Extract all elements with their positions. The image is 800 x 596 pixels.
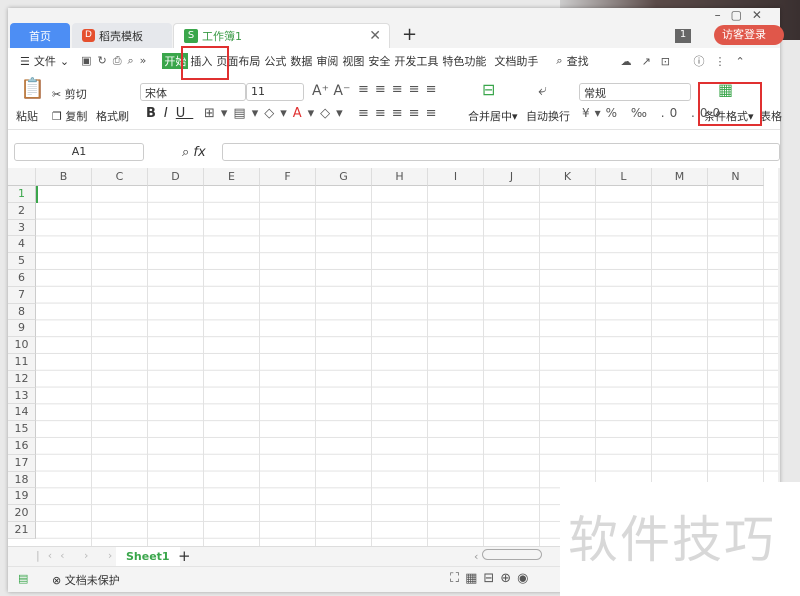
- table-style-button[interactable]: 表格: [760, 108, 782, 124]
- column-header[interactable]: K: [540, 168, 596, 186]
- menu-view[interactable]: 视图: [340, 53, 366, 69]
- hamburger-icon[interactable]: ☰: [18, 55, 32, 68]
- menu-review[interactable]: 审阅: [314, 53, 340, 69]
- select-all-corner[interactable]: [8, 168, 36, 186]
- copy-button[interactable]: ❐ 复制: [52, 108, 87, 124]
- row-header[interactable]: 13: [8, 387, 36, 405]
- macro-icon[interactable]: ▤: [18, 572, 28, 585]
- formula-bar: A1 ⌕ fx: [14, 142, 780, 164]
- row-header[interactable]: 21: [8, 522, 36, 539]
- horizontal-scrollbar[interactable]: ‹: [474, 549, 542, 563]
- sheet-tab[interactable]: Sheet1: [116, 547, 180, 566]
- name-box[interactable]: A1: [14, 143, 144, 161]
- ribbon: 📋 粘贴 ✂ 剪切 ❐ 复制 格式刷 宋体 11 A⁺ A⁻ BIU ⊞▾▤▾◇…: [8, 74, 782, 130]
- format-painter-button[interactable]: 格式刷: [96, 108, 129, 124]
- merge-center-button[interactable]: 合并居中▾: [468, 108, 518, 124]
- column-header[interactable]: H: [372, 168, 428, 186]
- zoom-fx-icons[interactable]: ⌕ fx: [182, 145, 206, 160]
- column-header[interactable]: J: [484, 168, 540, 186]
- column-header[interactable]: M: [652, 168, 708, 186]
- font-grow-shrink-icons[interactable]: A⁺ A⁻: [312, 83, 350, 99]
- row-header[interactable]: 8: [8, 303, 36, 321]
- row-header[interactable]: 2: [8, 202, 36, 220]
- column-header[interactable]: L: [596, 168, 652, 186]
- cut-button[interactable]: ✂ 剪切: [52, 86, 87, 102]
- row-header[interactable]: 6: [8, 270, 36, 287]
- paste-icon: 📋: [20, 76, 45, 100]
- row-header[interactable]: 1: [8, 186, 36, 203]
- tab-workbook[interactable]: S 工作簿1 ✕: [173, 23, 390, 48]
- row-header[interactable]: 14: [8, 404, 36, 422]
- column-header[interactable]: C: [92, 168, 148, 186]
- window-count-badge[interactable]: 1: [675, 29, 691, 43]
- number-format-select[interactable]: 常规: [579, 83, 691, 101]
- toolbar-right-icons[interactable]: ☁↗⊡ ⓘ⋮⌃: [619, 53, 757, 69]
- column-header[interactable]: N: [708, 168, 764, 186]
- merge-icon: ⊟: [482, 80, 496, 99]
- column-header[interactable]: E: [204, 168, 260, 186]
- menu-file[interactable]: 文件: [32, 53, 58, 69]
- menu-data[interactable]: 数据: [288, 53, 314, 69]
- column-header[interactable]: F: [260, 168, 316, 186]
- tab-home[interactable]: 首页: [10, 23, 70, 48]
- row-header[interactable]: 12: [8, 370, 36, 388]
- menu-security[interactable]: 安全: [366, 53, 392, 69]
- active-cell[interactable]: [36, 186, 92, 203]
- row-header[interactable]: 11: [8, 354, 36, 371]
- menu-developer[interactable]: 开发工具: [392, 53, 440, 69]
- find-button[interactable]: 查找: [565, 53, 591, 69]
- row-header[interactable]: 3: [8, 219, 36, 237]
- tab-workbook-label: 工作簿1: [202, 30, 242, 43]
- title-bar: 首页 D 稻壳模板 S 工作簿1 ✕ + 1 访客登录 –▢✕: [8, 8, 784, 48]
- quick-access-icons[interactable]: ▣↻⎙⌕»: [79, 54, 154, 68]
- formula-input[interactable]: [222, 143, 780, 161]
- search-icon[interactable]: ⌕: [554, 54, 564, 68]
- menu-doc-assistant[interactable]: 文档助手: [492, 53, 540, 69]
- view-mode-icons[interactable]: ⛶▦⊟⊕◉: [450, 571, 535, 586]
- window-controls[interactable]: –▢✕: [715, 8, 772, 22]
- highlight-conditional-format: [698, 82, 762, 126]
- column-header[interactable]: G: [316, 168, 372, 186]
- tab-template-label: 稻壳模板: [99, 29, 143, 43]
- menu-bar: ☰ 文件 ⌄ ▣↻⎙⌕» 开始 插入 页面布局 公式 数据 审阅 视图 安全 开发…: [18, 53, 757, 69]
- wrap-text-button[interactable]: 自动换行: [526, 108, 570, 124]
- row-header[interactable]: 9: [8, 320, 36, 338]
- tab-template[interactable]: D 稻壳模板: [72, 23, 172, 48]
- column-header[interactable]: B: [36, 168, 92, 186]
- close-tab-icon[interactable]: ✕: [369, 28, 381, 44]
- doc-protect-status[interactable]: ⊗ 文档未保护: [52, 572, 120, 588]
- login-button[interactable]: 访客登录: [714, 25, 784, 45]
- row-header[interactable]: 16: [8, 438, 36, 455]
- new-tab-button[interactable]: +: [402, 24, 417, 45]
- watermark: 软件技巧: [560, 482, 800, 596]
- paste-button[interactable]: 粘贴: [16, 108, 38, 124]
- row-header[interactable]: 18: [8, 471, 36, 489]
- row-header[interactable]: 4: [8, 236, 36, 254]
- align-icons[interactable]: ≡≡≡≡≡: [358, 82, 442, 97]
- add-sheet-button[interactable]: +: [178, 547, 191, 565]
- align-icons-2[interactable]: ≡≡≡≡≡: [358, 106, 442, 121]
- row-header[interactable]: 5: [8, 253, 36, 270]
- row-header[interactable]: 15: [8, 421, 36, 438]
- docer-icon: D: [82, 29, 95, 42]
- row-header[interactable]: 20: [8, 505, 36, 522]
- column-header[interactable]: I: [428, 168, 484, 186]
- column-header[interactable]: D: [148, 168, 204, 186]
- row-header[interactable]: 10: [8, 337, 36, 354]
- border-fill-color-icons[interactable]: ⊞▾▤▾◇▾A▾◇▾: [204, 106, 349, 121]
- font-style-buttons[interactable]: BIU: [146, 106, 193, 121]
- font-size-select[interactable]: 11: [246, 83, 304, 101]
- row-header[interactable]: 19: [8, 488, 36, 506]
- wrap-icon: ⤶: [538, 80, 547, 99]
- menu-formula[interactable]: 公式: [262, 53, 288, 69]
- font-select[interactable]: 宋体: [140, 83, 246, 101]
- menu-features[interactable]: 特色功能: [440, 53, 488, 69]
- row-header[interactable]: 17: [8, 454, 36, 472]
- row-header[interactable]: 7: [8, 286, 36, 304]
- sheet-icon: S: [184, 29, 198, 43]
